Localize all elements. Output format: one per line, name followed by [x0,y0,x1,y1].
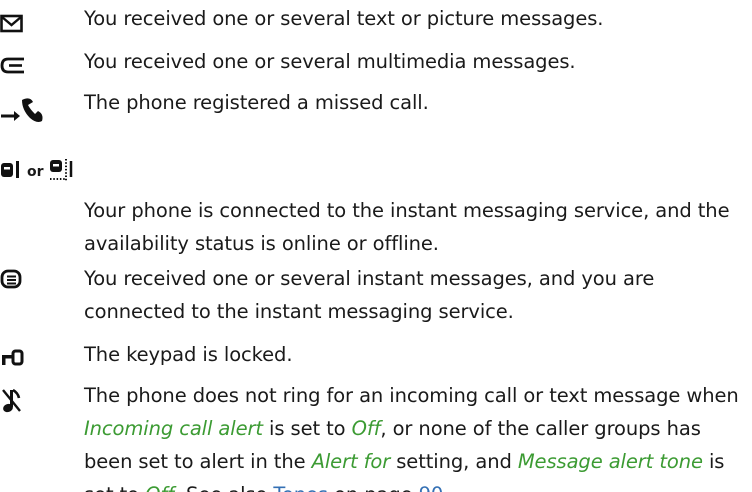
text-segment: setting, and [390,450,518,473]
item-text: You received one or several instant mess… [84,267,655,323]
item-text: Your phone is connected to the instant m… [84,199,730,255]
item-text: You received one or several multimedia m… [84,50,576,73]
setting-value-off: Off [351,417,381,440]
multimedia-message-icon [0,46,60,86]
instant-message-icon [0,261,60,301]
text-segment: . [443,483,449,492]
setting-message-alert-tone: Message alert tone [517,450,703,473]
page-90-link[interactable]: 90 [419,483,444,492]
text-segment: on page [328,483,419,492]
text-segment: The phone does not ring for an incoming … [84,384,739,407]
tones-link[interactable]: Tones [273,483,328,492]
envelope-icon [0,4,60,44]
missed-call-icon [0,90,60,130]
indicator-list: You received one or several text or pict… [0,0,752,492]
keypad-lock-icon [0,338,60,378]
or-label: or [27,164,44,180]
text-segment: is set to [262,417,352,440]
item-text: The phone does not ring for an incoming … [84,379,744,492]
setting-value-off: Off [145,483,174,492]
im-offline-icon [49,157,75,187]
im-status-icons: or [0,156,75,188]
item-text: The keypad is locked. [84,343,293,366]
item-text: You received one or several text or pict… [84,7,604,30]
silent-icon [0,381,60,421]
text-segment: . See also [174,483,274,492]
setting-alert-for: Alert for [311,450,391,473]
im-online-icon [0,158,22,186]
item-text: The phone registered a missed call. [84,91,429,114]
setting-incoming-call-alert: Incoming call alert [84,417,263,440]
